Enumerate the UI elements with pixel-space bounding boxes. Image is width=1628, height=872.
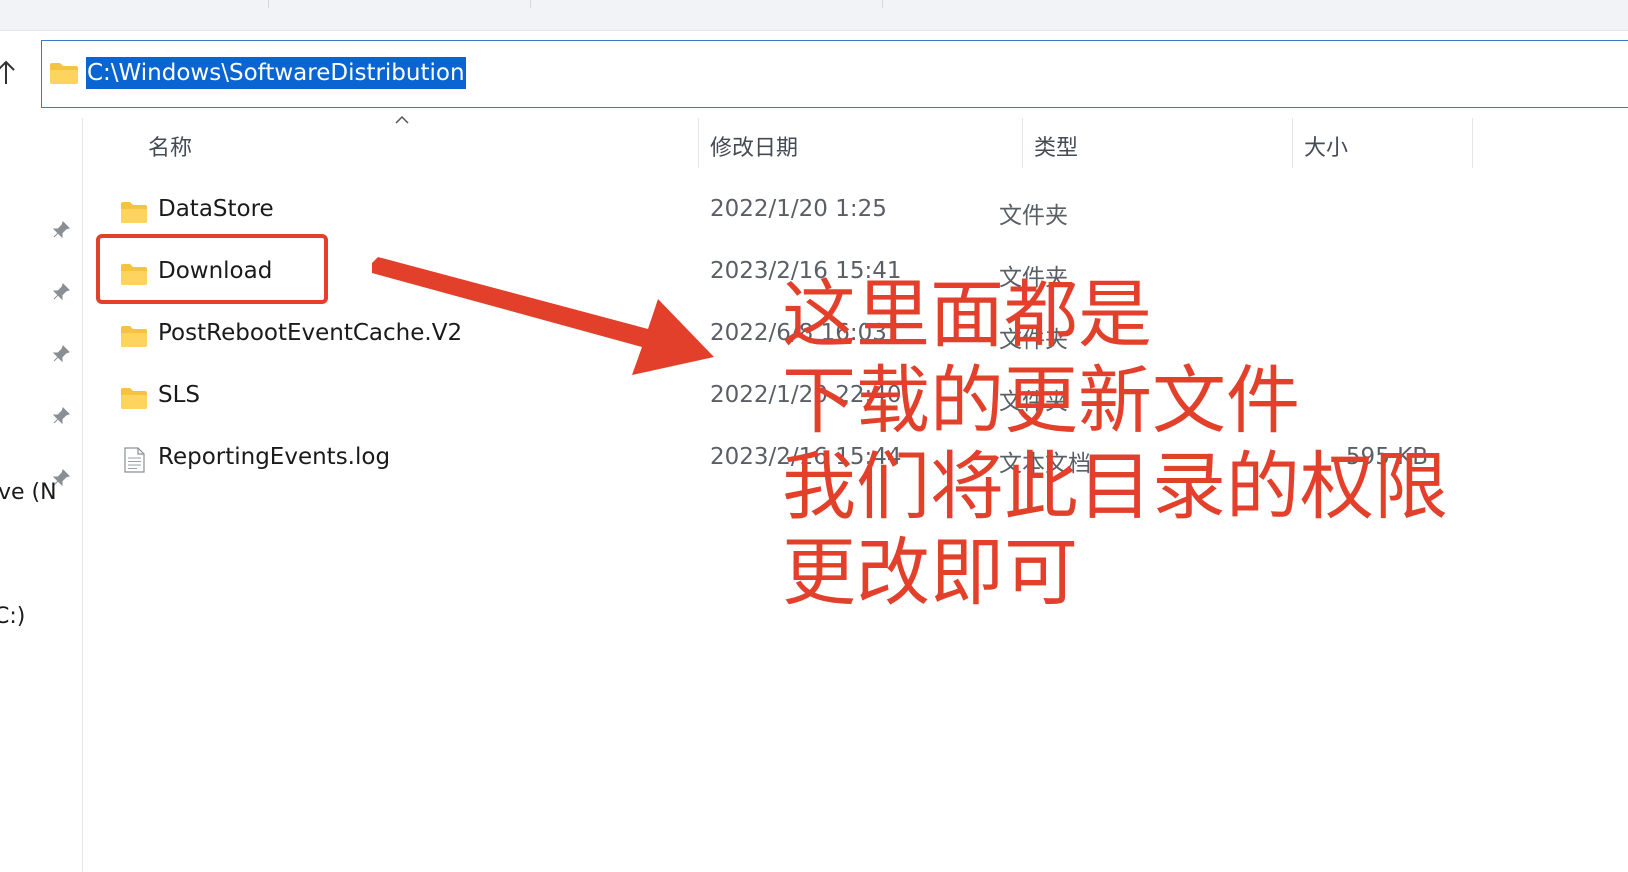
- annotation-line: 这里面都是: [782, 272, 1152, 358]
- column-divider[interactable]: [1022, 118, 1023, 168]
- file-explorer-window: C:\Windows\SoftwareDistribution ve (N C:…: [0, 0, 1628, 872]
- tab-strip: [0, 0, 1628, 31]
- annotation-text: 这里面都是 下载的更新文件 我们将此目录的权限 更改即可: [782, 272, 1448, 616]
- folder-icon: [50, 63, 78, 84]
- column-divider[interactable]: [1292, 118, 1293, 168]
- column-header-date[interactable]: 修改日期: [710, 130, 798, 162]
- nav-item-drive-label[interactable]: ve (N: [0, 480, 57, 505]
- tab-separator: [882, 0, 883, 8]
- annotation-line: 更改即可: [782, 530, 1078, 616]
- file-name[interactable]: DataStore: [158, 196, 274, 222]
- column-header-name[interactable]: 名称: [148, 130, 192, 162]
- file-date: 2022/1/20 1:25: [710, 196, 887, 222]
- annotation-line: 下载的更新文件: [782, 358, 1300, 444]
- folder-icon: [121, 202, 147, 223]
- text-file-icon: [124, 447, 145, 473]
- pin-icon[interactable]: [51, 282, 71, 302]
- address-path-text[interactable]: C:\Windows\SoftwareDistribution: [86, 57, 466, 89]
- pin-icon[interactable]: [51, 220, 71, 240]
- file-name[interactable]: SLS: [158, 382, 200, 408]
- column-divider[interactable]: [1472, 118, 1473, 168]
- column-header-size[interactable]: 大小: [1304, 130, 1348, 162]
- annotation-arrow-icon: [372, 257, 714, 375]
- address-bar[interactable]: C:\Windows\SoftwareDistribution: [41, 40, 1628, 108]
- sort-ascending-icon: [395, 115, 409, 124]
- tab-separator: [268, 0, 269, 8]
- pin-icon[interactable]: [51, 344, 71, 364]
- folder-icon: [121, 388, 147, 409]
- column-divider[interactable]: [698, 118, 699, 168]
- file-name[interactable]: ReportingEvents.log: [158, 444, 390, 470]
- up-arrow-icon[interactable]: [0, 58, 16, 86]
- pin-icon[interactable]: [51, 406, 71, 426]
- nav-item-c-drive-label[interactable]: C:): [0, 604, 25, 629]
- tab-separator: [530, 0, 531, 8]
- navigation-pane: ve (N C:): [0, 118, 83, 872]
- annotation-highlight-box: [96, 234, 328, 304]
- column-header-type[interactable]: 类型: [1034, 130, 1078, 162]
- file-row[interactable]: DataStore 2022/1/20 1:25 文件夹: [82, 182, 1628, 242]
- folder-icon: [121, 326, 147, 347]
- file-type: 文件夹: [999, 203, 1068, 229]
- annotation-line: 我们将此目录的权限: [782, 444, 1448, 530]
